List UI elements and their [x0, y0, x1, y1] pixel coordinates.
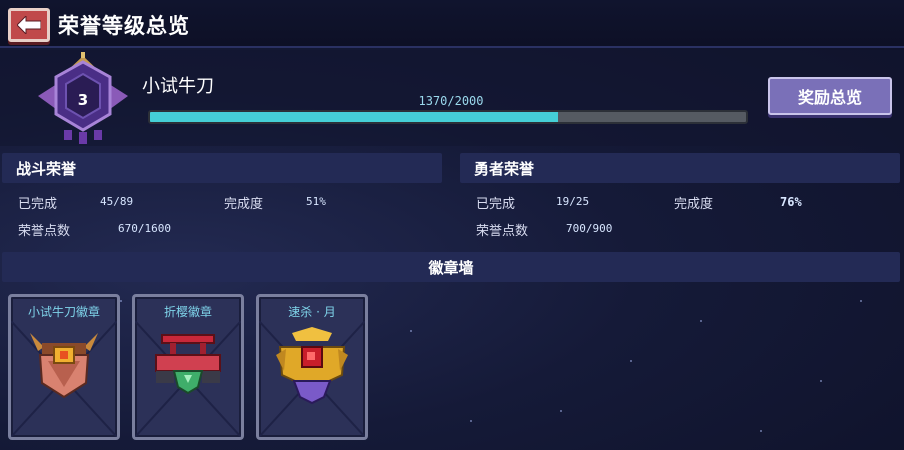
battle-completed-label: 已完成	[18, 197, 58, 212]
back-button[interactable]	[8, 8, 50, 42]
battle-completed-value: 45/89	[100, 195, 134, 208]
horned-shield-badge-icon	[30, 333, 98, 399]
page-title: 荣誉等级总览	[58, 14, 190, 38]
gold-ruby-crest-badge-icon	[276, 327, 348, 405]
hero-points-value: 700/900	[566, 222, 613, 235]
xp-progress-text: 1370/2000	[418, 94, 484, 108]
hero-completed-label: 已完成	[476, 197, 516, 212]
top-bar: 荣誉等级总览	[0, 0, 904, 48]
battle-points-value: 670/1600	[118, 222, 171, 235]
hero-honor-header: 勇者荣誉	[460, 153, 900, 183]
badge-card[interactable]: 小试牛刀徽章	[8, 294, 120, 440]
hero-rate-value: 76%	[780, 195, 802, 209]
badge-name: 小试牛刀徽章	[27, 305, 100, 319]
xp-progress-bar	[148, 110, 748, 124]
hero-points-label: 荣誉点数	[476, 224, 529, 239]
hero-completed-value: 19/25	[556, 195, 590, 208]
battle-honor-header: 战斗荣誉	[2, 153, 442, 183]
rank-emblem: 3	[30, 52, 136, 144]
badge-name: 速杀 · 月	[288, 305, 336, 319]
battle-rate-label: 完成度	[224, 197, 264, 212]
hero-rate-label: 完成度	[674, 197, 714, 212]
badge-wall-header: 徽章墙	[2, 252, 900, 282]
arrow-left-icon	[17, 16, 41, 34]
badge-card[interactable]: 速杀 · 月	[256, 294, 368, 440]
badge-name: 折樱徽章	[163, 305, 212, 319]
battle-rate-value: 51%	[306, 195, 326, 208]
reward-overview-button[interactable]: 奖励总览	[768, 77, 892, 115]
xp-progress-fill	[150, 112, 559, 122]
rank-level: 3	[77, 91, 89, 109]
battle-points-label: 荣誉点数	[18, 224, 71, 239]
torii-gem-badge-icon	[155, 334, 221, 395]
badge-card[interactable]: 折樱徽章	[132, 294, 244, 440]
